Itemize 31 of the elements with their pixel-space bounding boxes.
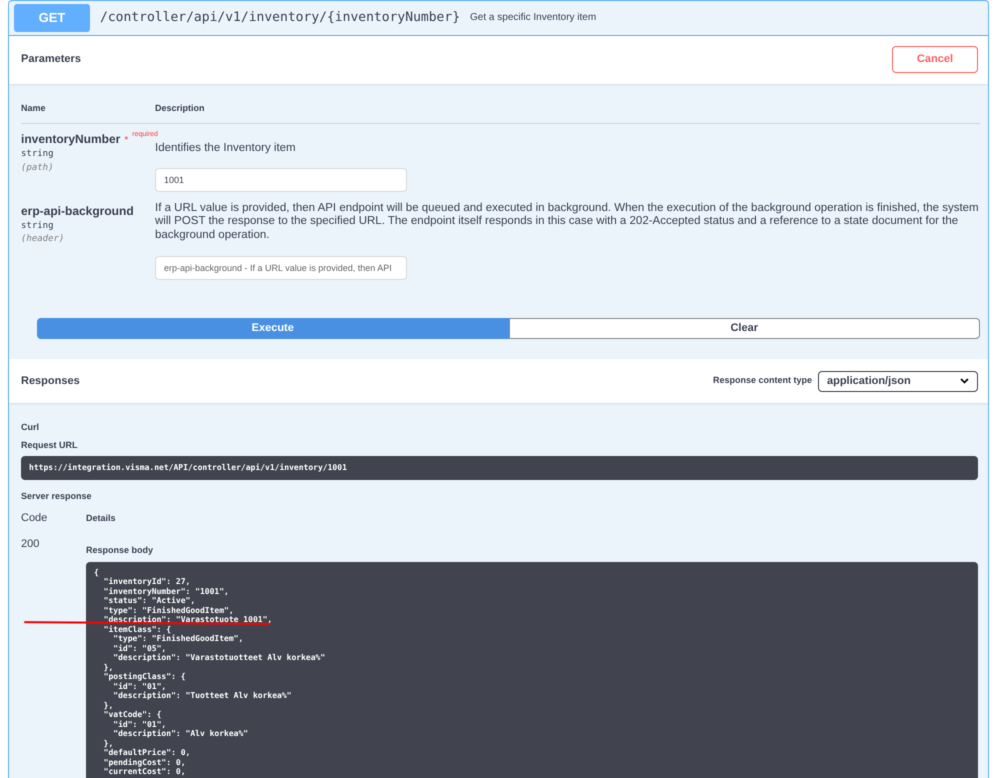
response-body-label: Response body — [86, 544, 154, 557]
input-field[interactable]: erp-api-background - If a URL value is provided, then API — [155, 256, 407, 280]
content-type-label: Response content type — [712, 374, 812, 388]
parameter-type: string — [21, 148, 55, 161]
server-response-label: Server response — [21, 490, 93, 503]
endpoint-path: /controller/api/v1/inventory/{inventoryNumber} — [100, 9, 460, 27]
section-title: Responses — [21, 374, 80, 389]
clear-button[interactable]: Clear — [508, 318, 980, 339]
curl-label: Curl — [21, 421, 40, 434]
endpoint-summary: Get a specific Inventory item — [470, 11, 596, 26]
response-code: 200 — [21, 538, 40, 550]
parameter-description: If a URL value is provided, then API endpoint will be queued and executed in background. When the execution of the background operation is finished, the system will POST the response to the specified URL. The endpoint itself responds in this case with a 202-Accepted status and a reference to a state document for the background operation. — [155, 202, 980, 242]
column-header: Description — [155, 102, 205, 115]
parameter-name: inventoryNumber — [21, 132, 120, 146]
section-title: Parameters — [21, 52, 81, 68]
parameter-location: (header) — [21, 233, 66, 246]
parameter-type: string — [21, 220, 55, 232]
parameter-description: Identifies the Inventory item — [155, 142, 297, 156]
content-type-dropdown[interactable]: application/json — [818, 370, 978, 392]
required-asterisk: * — [124, 135, 128, 146]
parameter-name: erp-api-background — [21, 204, 134, 218]
response-body: { "inventoryId": 27, "inventoryNumber": "1001", "status": "Active", "type": "FinishedGoodItem", "description": "Varastotuote 1001", "itemClass": { "type": "FinishedGoodItem", "id": "05", "description": "Varastotuotteet Alv korkea%" }, "postingClass": { "id": "01", "description": "Tuotteet Alv korkea%" }, "vatCode": { "id": "01", "description": "Alv korkea%" }, "defaultPrice": 0, "pendingCost": 0, "currentCost": 0, — [86, 562, 978, 778]
parameter-location: (path) — [21, 162, 55, 174]
method-badge: GET — [14, 4, 90, 32]
column-header: Details — [86, 512, 116, 523]
input-field[interactable]: 1001 — [155, 168, 407, 192]
column-header: Name — [21, 102, 47, 114]
request-url-label: Request URL — [21, 438, 79, 452]
request-url: https://integration.visma.net/API/controller/api/v1/inventory/1001 — [21, 456, 978, 480]
caret-icon — [960, 378, 969, 384]
column-header: Code — [21, 512, 48, 524]
